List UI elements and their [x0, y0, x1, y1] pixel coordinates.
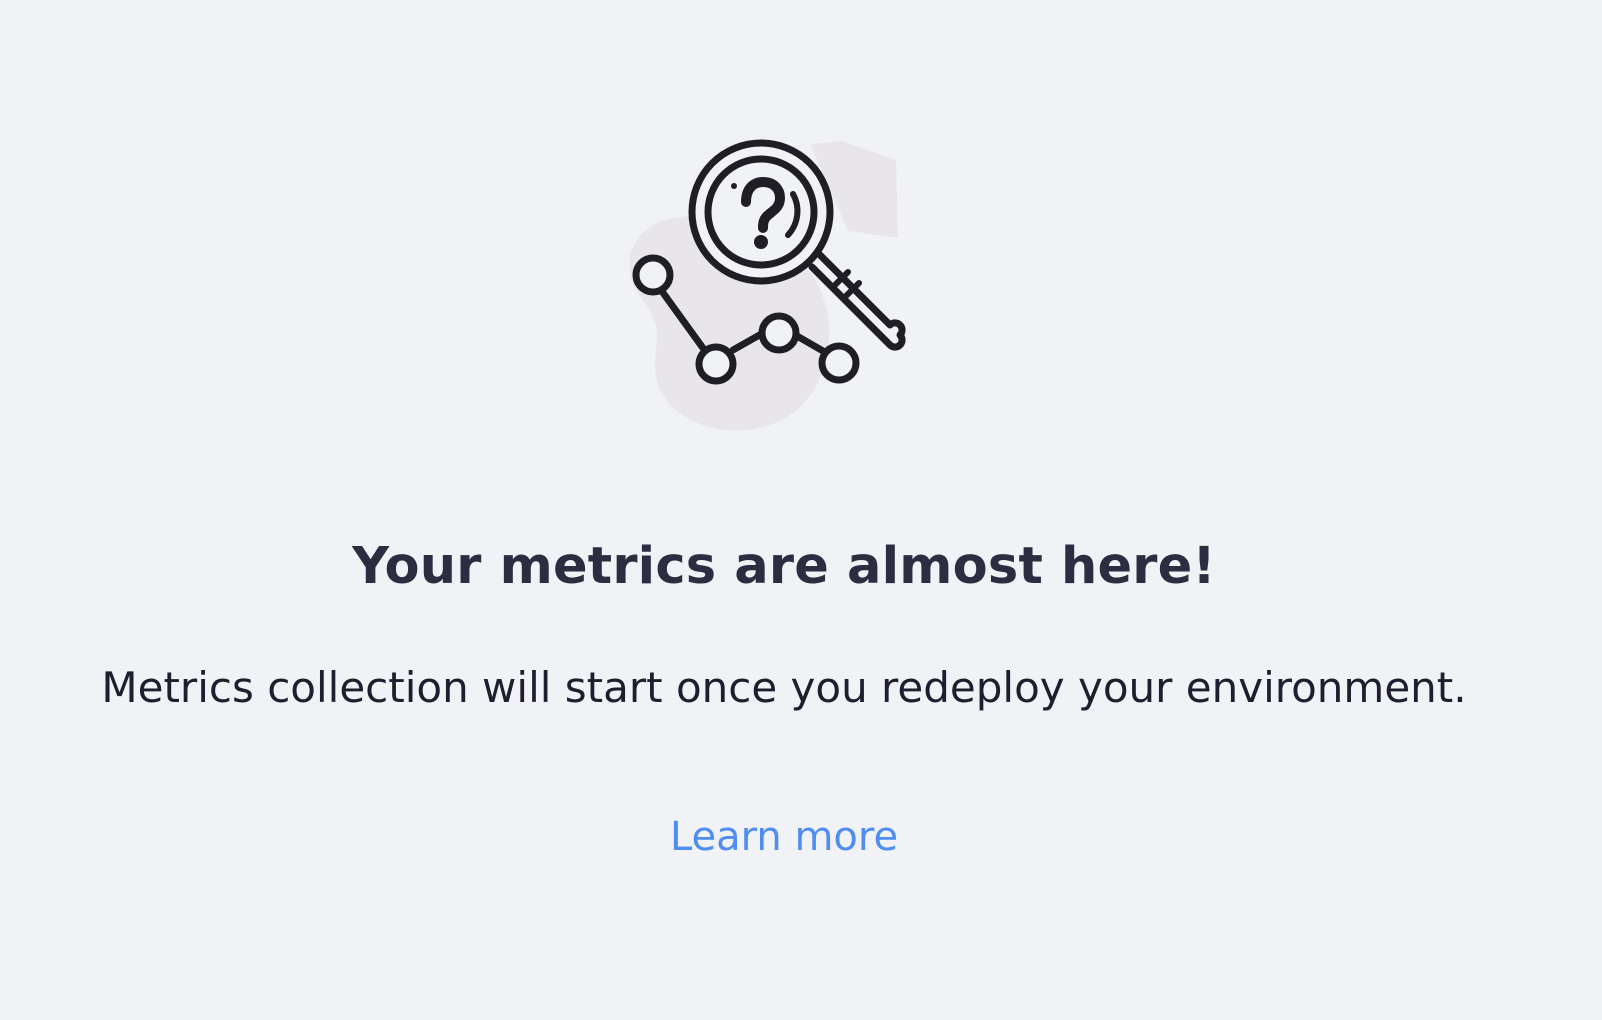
magnifier-question-chart-icon	[627, 139, 906, 431]
empty-state-description: Metrics collection will start once you r…	[101, 663, 1467, 712]
metrics-empty-state: Your metrics are almost here! Metrics co…	[0, 0, 1602, 1020]
learn-more-link[interactable]: Learn more	[0, 812, 1568, 862]
empty-state-title: Your metrics are almost here!	[352, 537, 1216, 596]
learn-more-label[interactable]: Learn more	[670, 814, 898, 860]
metrics-illustration	[627, 130, 930, 450]
